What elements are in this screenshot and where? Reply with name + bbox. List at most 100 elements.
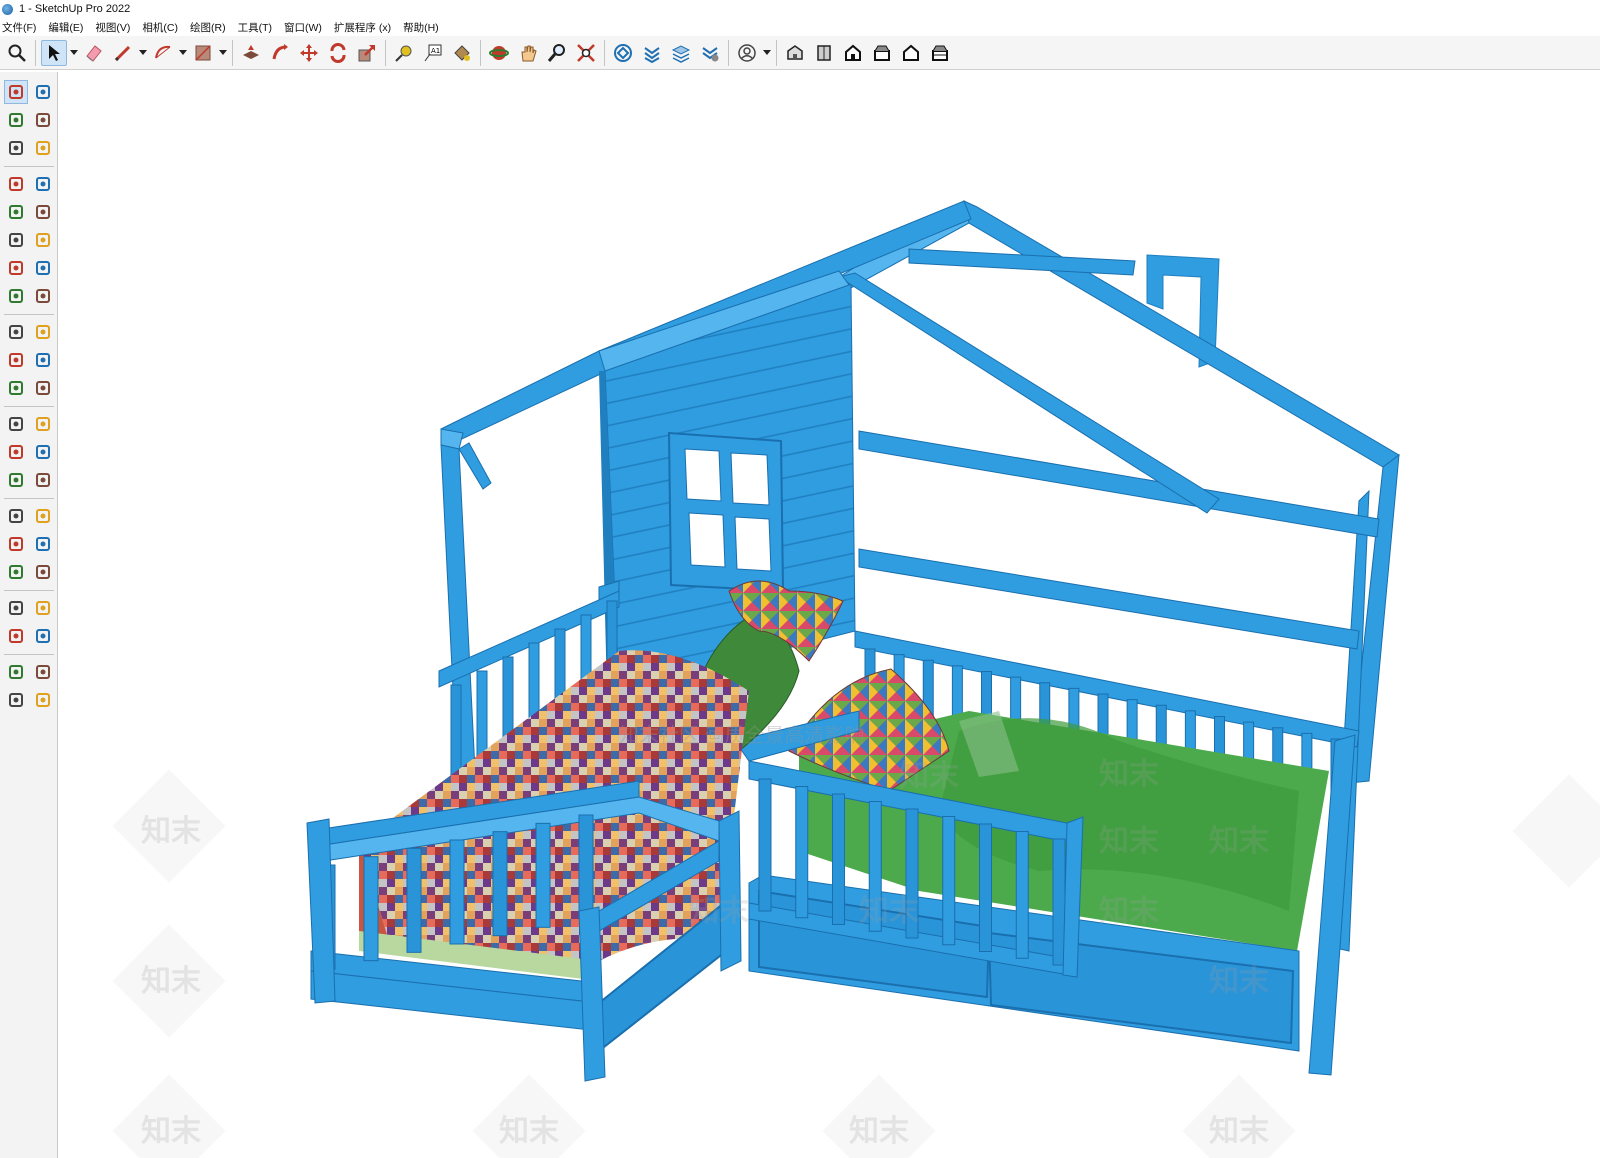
text-icon[interactable] — [31, 440, 55, 464]
paint-bucket-icon[interactable] — [449, 40, 475, 66]
tag-icon[interactable] — [31, 136, 55, 160]
warehouse-icon[interactable] — [4, 660, 28, 684]
rectangle-icon[interactable] — [4, 200, 28, 224]
eraser-icon[interactable] — [81, 40, 107, 66]
zoom-extents-icon[interactable] — [573, 40, 599, 66]
zoom-icon[interactable] — [4, 532, 28, 556]
walk-icon[interactable] — [4, 624, 28, 648]
protractor-icon[interactable] — [4, 440, 28, 464]
look-around-icon[interactable] — [31, 596, 55, 620]
orbit-icon[interactable] — [486, 40, 512, 66]
bed-slat — [363, 856, 379, 962]
toolbar-separator — [4, 498, 54, 499]
extension-warehouse-icon[interactable] — [31, 660, 55, 684]
follow-me-icon[interactable] — [267, 40, 293, 66]
menu-file[interactable]: 文件(F) — [2, 20, 36, 35]
pencil-icon[interactable] — [110, 40, 136, 66]
tape-measure-icon[interactable] — [4, 412, 28, 436]
push-pull-icon[interactable] — [31, 320, 55, 344]
component-icon[interactable] — [4, 136, 28, 160]
scale-icon[interactable] — [354, 40, 380, 66]
paint-bucket-icon[interactable] — [4, 108, 28, 132]
menu-view[interactable]: 视图(V) — [95, 20, 130, 35]
zoom-icon[interactable] — [544, 40, 570, 66]
position-camera-icon[interactable] — [4, 596, 28, 620]
axes-icon[interactable] — [4, 468, 28, 492]
polygon-icon[interactable] — [31, 228, 55, 252]
arc-icon[interactable] — [4, 256, 28, 280]
account-dropdown-icon[interactable] — [763, 40, 771, 66]
rotated-rectangle-icon[interactable] — [31, 200, 55, 224]
pan-icon[interactable] — [515, 40, 541, 66]
warehouse-icon[interactable] — [610, 40, 636, 66]
menu-edit[interactable]: 编辑(E) — [48, 20, 83, 35]
pencil-dropdown-icon[interactable] — [139, 40, 147, 66]
previous-view-icon[interactable] — [31, 560, 55, 584]
extension-manager-icon[interactable] — [31, 688, 55, 712]
front-view-icon[interactable] — [840, 40, 866, 66]
layers-icon[interactable] — [668, 40, 694, 66]
rectangle-dropdown-icon[interactable] — [219, 40, 227, 66]
pencil-icon[interactable] — [4, 172, 28, 196]
menu-camera[interactable]: 相机(C) — [142, 20, 178, 35]
search-icon[interactable] — [4, 40, 30, 66]
select-icon[interactable] — [41, 39, 67, 66]
bed-model[interactable] — [59, 71, 1600, 1158]
left-view-icon[interactable] — [927, 40, 953, 66]
pie-icon[interactable] — [31, 284, 55, 308]
eraser-icon[interactable] — [31, 108, 55, 132]
toolbar-separator — [385, 39, 386, 66]
follow-me-icon[interactable] — [31, 348, 55, 372]
back-view-icon[interactable] — [898, 40, 924, 66]
menu-window[interactable]: 窗口(W) — [284, 20, 322, 35]
main-toolbar: A1 — [0, 36, 1600, 70]
layout-icon[interactable] — [4, 688, 28, 712]
menu-extensions[interactable]: 扩展程序 (x) — [334, 20, 391, 35]
bed-slat — [535, 822, 551, 928]
top-view-icon[interactable] — [811, 40, 837, 66]
text-icon[interactable]: A1 — [420, 40, 446, 66]
orbit-icon[interactable] — [31, 80, 55, 104]
model-viewport[interactable]: 知末 知末 知末 知末 知末 知末 知末社区 画质全景高清影响 知末 知末 知末… — [59, 71, 1600, 1158]
bed-slat — [406, 847, 422, 953]
right-view-icon[interactable] — [869, 40, 895, 66]
sandbox-icon[interactable] — [697, 40, 723, 66]
bed-slat — [578, 814, 594, 920]
section-plane-icon[interactable] — [31, 624, 55, 648]
toolbar-separator — [4, 654, 54, 655]
move-icon[interactable] — [296, 40, 322, 66]
title-bar: 1 - SketchUp Pro 2022 — [0, 0, 1600, 18]
sketchup-app-icon — [2, 3, 13, 15]
rotate-icon[interactable] — [4, 348, 28, 372]
rotate-icon[interactable] — [325, 40, 351, 66]
select-icon[interactable] — [4, 80, 28, 104]
three-point-arc-icon[interactable] — [4, 284, 28, 308]
move-icon[interactable] — [4, 320, 28, 344]
freehand-icon[interactable] — [31, 172, 55, 196]
iso-view-icon[interactable] — [782, 40, 808, 66]
orbit-icon[interactable] — [4, 504, 28, 528]
offset-icon[interactable] — [31, 376, 55, 400]
watermark-logo: 知末 — [859, 895, 919, 928]
zoom-extents-icon[interactable] — [4, 560, 28, 584]
tape-measure-icon[interactable] — [391, 40, 417, 66]
menu-draw[interactable]: 绘图(R) — [190, 20, 226, 35]
zoom-window-icon[interactable] — [31, 532, 55, 556]
dimension-icon[interactable] — [31, 412, 55, 436]
pan-icon[interactable] — [31, 504, 55, 528]
toolbar-separator — [35, 39, 36, 66]
scale-icon[interactable] — [4, 376, 28, 400]
two-point-arc-icon[interactable] — [31, 256, 55, 280]
arc-icon[interactable] — [150, 40, 176, 66]
extension-icon[interactable] — [639, 40, 665, 66]
account-icon[interactable] — [734, 40, 760, 66]
menu-tools[interactable]: 工具(T) — [238, 20, 272, 35]
arc-dropdown-icon[interactable] — [179, 40, 187, 66]
rectangle-icon[interactable] — [190, 40, 216, 66]
push-pull-icon[interactable] — [238, 40, 264, 66]
select-dropdown-icon[interactable] — [70, 40, 78, 66]
3d-text-icon[interactable] — [31, 468, 55, 492]
menu-help[interactable]: 帮助(H) — [403, 20, 439, 35]
circle-icon[interactable] — [4, 228, 28, 252]
toolbar-separator — [4, 314, 54, 315]
